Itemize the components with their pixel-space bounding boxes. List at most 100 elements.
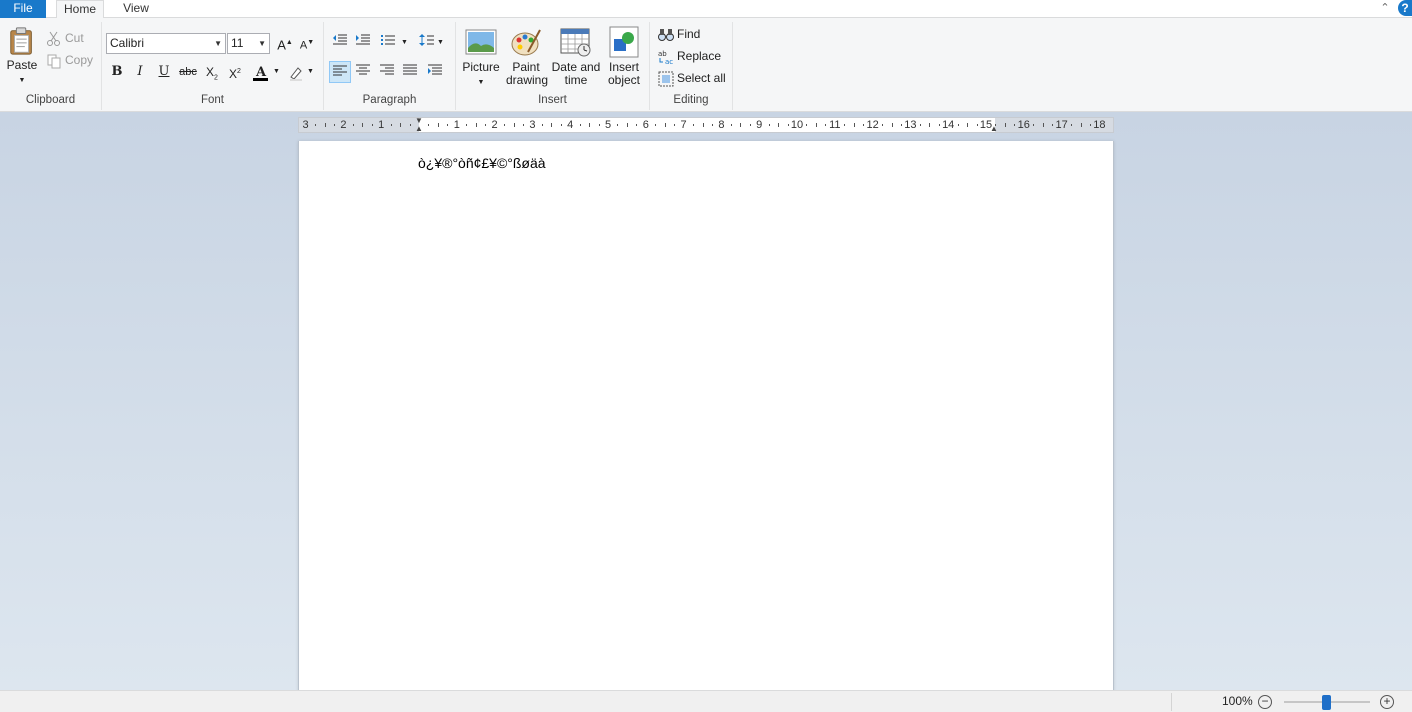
align-right-glyph: [380, 64, 394, 75]
tab-file[interactable]: File: [0, 0, 46, 18]
paragraph-settings-icon[interactable]: [424, 61, 446, 83]
paste-button[interactable]: Paste ▼: [4, 26, 40, 87]
justify-glyph: [403, 64, 417, 75]
status-separator: [1171, 693, 1172, 711]
ruler-number: 13: [904, 119, 917, 131]
bullets-glyph: [381, 35, 395, 45]
ruler-tick: [995, 124, 997, 126]
horizontal-ruler[interactable]: ▼ ▲ ▲ 3 2 1 1 2 3 4 5 6 7 8 9 10 11 12 13 14 15 16 17 18: [298, 117, 1114, 133]
ruler-tick: [504, 124, 506, 126]
ruler-tick: [390, 124, 392, 126]
copy-button[interactable]: Copy: [46, 50, 93, 70]
document-page[interactable]: ò¿¥®°òñ¢£¥©°ßøäà: [298, 141, 1114, 701]
date-and-time-label-line2: time: [564, 73, 588, 87]
justify-icon[interactable]: [399, 61, 421, 83]
ruler-tick: [853, 123, 855, 127]
align-center-icon[interactable]: [352, 61, 374, 83]
picture-button[interactable]: Picture ▼: [461, 26, 501, 89]
tab-view[interactable]: View: [112, 0, 160, 18]
help-icon[interactable]: ?: [1398, 0, 1412, 16]
paint-drawing-button[interactable]: Paint drawing: [506, 26, 549, 87]
first-line-indent-marker-icon[interactable]: ▼: [414, 117, 424, 125]
bullet-list-dropdown-arrow-icon[interactable]: ▼: [401, 32, 408, 54]
ruler-number: 14: [942, 119, 955, 131]
select-all-icon: [658, 71, 674, 87]
ruler-tick: [362, 123, 364, 127]
ruler-tick: [579, 124, 581, 126]
bullet-list-icon[interactable]: [377, 32, 399, 54]
ruler-number: 17: [1055, 119, 1068, 131]
find-label: Find: [677, 27, 701, 41]
highlighter-pen-icon: [290, 66, 302, 81]
subscript-icon[interactable]: X2: [201, 61, 223, 83]
ruler-tick: [957, 124, 959, 126]
find-button[interactable]: Find: [658, 24, 700, 44]
picture-dropdown-arrow-icon[interactable]: ▼: [478, 79, 485, 86]
ruler-tick: [1080, 123, 1082, 127]
decrease-indent-icon[interactable]: [329, 32, 351, 54]
increase-indent-icon[interactable]: [352, 32, 374, 54]
line-spacing-icon[interactable]: [416, 32, 438, 54]
paragraph-settings-glyph: [428, 64, 442, 75]
replace-icon: ab ac: [658, 50, 673, 65]
highlight-color-icon[interactable]: [285, 61, 307, 83]
ruler-tick: [929, 123, 931, 127]
scissors-icon: [47, 31, 60, 46]
zoom-in-plus-icon[interactable]: +: [1380, 695, 1394, 709]
shrink-font-icon[interactable]: A▼: [296, 32, 318, 54]
copy-icon: [47, 54, 61, 69]
ruler-tick: [447, 124, 449, 126]
ruler-tick: [315, 124, 317, 126]
strikethrough-icon[interactable]: abc: [177, 61, 199, 83]
status-bar: 100% − +: [0, 690, 1412, 712]
underline-icon[interactable]: U: [153, 61, 175, 83]
select-all-button[interactable]: Select all: [658, 68, 726, 88]
bold-icon[interactable]: B: [106, 61, 128, 83]
ruler-tick: [466, 124, 468, 126]
ruler-number: 11: [829, 119, 841, 131]
ruler-tick: [1071, 124, 1073, 126]
font-color-icon[interactable]: A: [250, 61, 272, 83]
paint-drawing-label-line2: drawing: [506, 73, 549, 87]
ruler-tick: [617, 124, 619, 126]
ruler-tick: [400, 123, 402, 127]
tab-home[interactable]: Home: [56, 0, 104, 19]
italic-icon[interactable]: I: [129, 61, 151, 83]
replace-button[interactable]: ab ac Replace: [658, 46, 721, 66]
line-spacing-dropdown-arrow-icon[interactable]: ▼: [437, 32, 444, 54]
ruler-number: 4: [567, 119, 574, 131]
superscript-icon[interactable]: X2: [224, 61, 246, 83]
document-text[interactable]: ò¿¥®°òñ¢£¥©°ßøäà: [418, 155, 546, 171]
cut-button[interactable]: Cut: [46, 28, 84, 48]
zoom-slider-thumb[interactable]: [1322, 695, 1331, 710]
font-color-dropdown-arrow-icon[interactable]: ▼: [273, 61, 280, 83]
font-size-select[interactable]: 11 ▼: [227, 33, 270, 54]
hanging-indent-marker-icon[interactable]: ▲: [414, 125, 424, 133]
ruler-tick: [967, 123, 969, 127]
insert-object-button[interactable]: Insert object: [604, 26, 644, 87]
insert-object-label-line2: object: [607, 73, 641, 87]
highlight-dropdown-arrow-icon[interactable]: ▼: [307, 61, 314, 83]
ruler-tick: [768, 124, 770, 126]
grow-font-icon[interactable]: A▲: [274, 32, 296, 54]
editing-group-label: Editing: [673, 94, 709, 106]
align-right-icon[interactable]: [376, 61, 398, 83]
ruler-number: 15: [979, 119, 993, 131]
zoom-out-minus-icon[interactable]: −: [1258, 695, 1272, 709]
font-family-select[interactable]: Calibri ▼: [106, 33, 226, 54]
select-all-label: Select all: [677, 71, 726, 85]
svg-text:ab: ab: [658, 50, 667, 58]
ruler-tick: [626, 123, 628, 127]
date-and-time-button[interactable]: Date and time: [550, 26, 602, 87]
ruler-number: 7: [680, 119, 687, 131]
paste-dropdown-arrow-icon[interactable]: ▼: [19, 77, 26, 84]
align-left-icon[interactable]: [329, 61, 351, 83]
ruler-tick: [437, 123, 439, 127]
clipboard-group: Paste ▼ Cut Copy Clipboard: [0, 22, 102, 110]
ruler-number: 18: [1093, 119, 1106, 131]
clipboard-group-label: Clipboard: [25, 94, 76, 106]
ruler-tick: [664, 123, 666, 127]
ruler-number: 8: [718, 119, 725, 131]
minimize-ribbon-chevron-up-icon[interactable]: ⌃: [1378, 1, 1392, 15]
ruler-number: 3: [302, 119, 309, 131]
